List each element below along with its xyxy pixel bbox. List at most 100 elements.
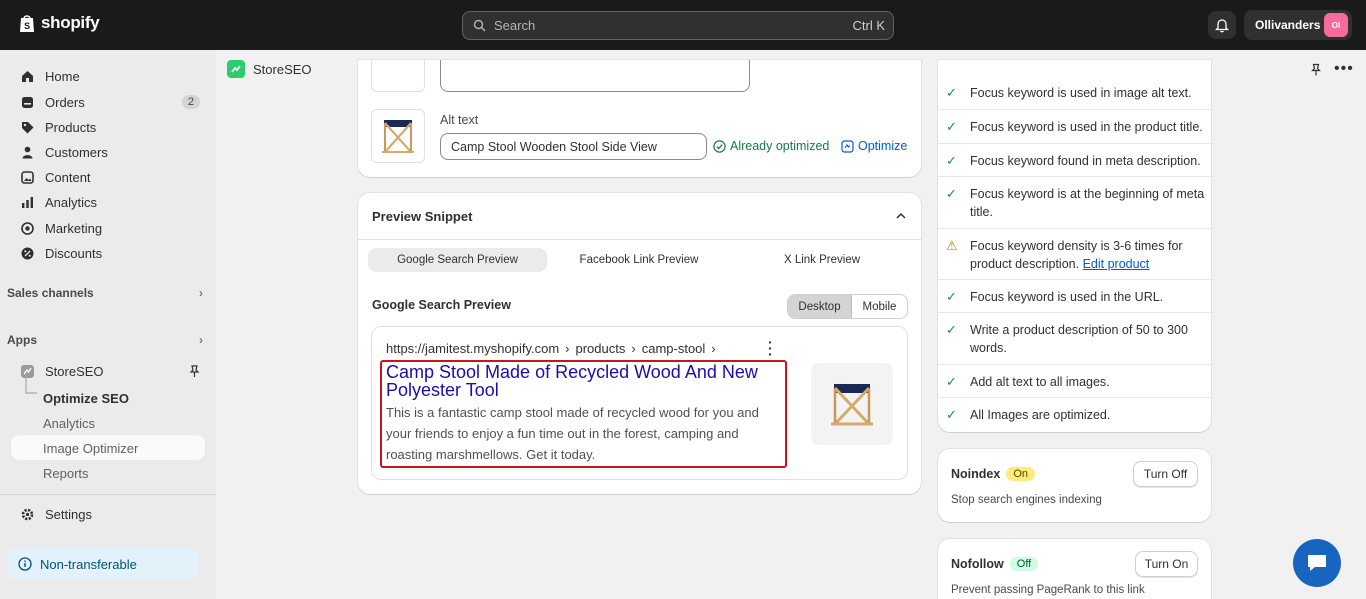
breadcrumb-separator-icon: › <box>631 341 636 356</box>
alt-text-input[interactable]: Camp Stool Wooden Stool Side View <box>440 133 707 160</box>
url-domain: https://jamitest.myshopify.com <box>386 341 560 356</box>
sidebar-subitem-analytics[interactable]: Analytics <box>43 416 95 431</box>
notifications-button[interactable] <box>1208 11 1236 39</box>
chevron-up-icon[interactable] <box>895 210 907 222</box>
sales-channels-section[interactable]: Sales channels › <box>7 286 203 300</box>
device-desktop-button[interactable]: Desktop <box>788 295 852 318</box>
alt-text-label: Alt text <box>440 113 479 127</box>
previous-input-field[interactable] <box>440 60 750 92</box>
tree-connector-icon <box>25 373 37 394</box>
optimized-status-label: Already optimized <box>730 139 830 153</box>
checklist-item-text: Write a product description of 50 to 300… <box>970 323 1188 355</box>
sidebar-item-analytics[interactable]: Analytics <box>12 190 204 214</box>
checklist-item-text: Focus keyword is used in image alt text. <box>970 86 1192 100</box>
search-shortcut: Ctrl K <box>852 18 886 33</box>
result-product-image <box>811 363 893 445</box>
bell-icon <box>1215 18 1229 32</box>
checklist-item: ✓ All Images are optimized. <box>938 397 1211 431</box>
sidebar-divider <box>0 494 216 495</box>
optimize-label: Optimize <box>858 139 908 153</box>
pin-icon[interactable] <box>187 364 202 379</box>
shopify-logo[interactable]: S shopify <box>18 13 100 33</box>
turn-off-button[interactable]: Turn Off <box>1133 461 1198 487</box>
preview-snippet-title: Preview Snippet <box>372 208 473 224</box>
nofollow-title: Nofollow <box>951 557 1004 571</box>
sidebar-item-orders[interactable]: Orders 2 <box>12 90 204 114</box>
checklist-item-text: Focus keyword found in meta description. <box>970 154 1201 168</box>
result-description: This is a fantastic camp stool made of r… <box>386 405 759 462</box>
sidebar-item-home[interactable]: Home <box>12 64 204 88</box>
tag-icon <box>22 121 34 133</box>
check-icon: ✓ <box>946 374 957 389</box>
pin-icon[interactable] <box>1309 63 1323 77</box>
breadcrumb-separator-icon: › <box>711 341 716 356</box>
orders-count-badge: 2 <box>181 95 200 109</box>
result-title-link[interactable]: Camp Stool Made of Recycled Wood And New… <box>386 363 782 399</box>
more-actions-button[interactable]: ••• <box>1334 60 1354 78</box>
device-mobile-button[interactable]: Mobile <box>852 295 907 318</box>
sidebar-item-label: Marketing <box>45 220 103 236</box>
non-transferable-label: Non-transferable <box>40 556 137 572</box>
noindex-card: Noindex On Turn Off Stop search engines … <box>938 449 1211 522</box>
sidebar-item-label: Settings <box>45 506 92 522</box>
nofollow-heading: Nofollow Off <box>951 557 1039 571</box>
status-badge: Off <box>1009 557 1039 571</box>
sidebar-item-settings[interactable]: Settings <box>12 502 204 526</box>
sidebar-item-label: Products <box>45 119 97 135</box>
sidebar-item-content[interactable]: Content <box>12 165 204 189</box>
sidebar-item-storeseo[interactable]: StoreSEO <box>12 359 204 383</box>
check-icon: ✓ <box>946 119 957 134</box>
apps-label: Apps <box>7 333 37 347</box>
person-icon <box>22 146 33 158</box>
checklist-item-text: Focus keyword is used in the URL. <box>970 290 1164 304</box>
store-menu-button[interactable]: Ollivanders OI <box>1244 10 1352 40</box>
checklist-item: ✓ Focus keyword is used in image alt text… <box>938 76 1211 110</box>
chat-support-button[interactable] <box>1293 539 1341 587</box>
sidebar-item-label: Home <box>45 68 80 84</box>
sidebar-item-marketing[interactable]: Marketing <box>12 216 204 240</box>
sidebar-subitem-optimize-seo[interactable]: Optimize SEO <box>43 391 129 406</box>
sidebar-subitem-reports[interactable]: Reports <box>43 466 89 481</box>
checklist-item-text: Focus keyword is at the beginning of met… <box>970 187 1205 219</box>
check-icon: ✓ <box>946 85 957 100</box>
chevron-right-icon: › <box>199 333 203 347</box>
sidebar-item-discounts[interactable]: Discounts <box>12 241 204 265</box>
app-header: StoreSEO <box>227 60 312 78</box>
optimize-button[interactable]: Optimize <box>841 139 907 153</box>
nofollow-card: Nofollow Off Turn On Prevent passing Pag… <box>938 539 1211 599</box>
tab-facebook-link-preview[interactable]: Facebook Link Preview <box>548 248 730 272</box>
non-transferable-banner[interactable]: Non-transferable <box>8 548 198 580</box>
checklist-item: ✓ Add alt text to all images. <box>938 364 1211 398</box>
turn-on-button[interactable]: Turn On <box>1135 551 1198 577</box>
kebab-menu-icon[interactable]: · · · <box>768 335 773 361</box>
checklist-item: ✓ Focus keyword found in meta description… <box>938 143 1211 177</box>
checklist-item-text: Focus keyword density is 3-6 times for p… <box>970 239 1183 271</box>
target-icon <box>21 221 34 235</box>
app-title: StoreSEO <box>253 61 312 77</box>
noindex-description: Stop search engines indexing <box>951 494 1102 506</box>
shopify-bag-icon: S <box>20 15 34 32</box>
sidebar-subitem-image-optimizer[interactable]: Image Optimizer <box>43 441 138 456</box>
brand-name: shopify <box>41 13 100 32</box>
svg-text:S: S <box>24 21 30 31</box>
preview-snippet-header[interactable]: Preview Snippet <box>358 193 921 240</box>
sidebar-item-label: Orders <box>45 94 85 110</box>
optimize-icon <box>841 139 854 153</box>
search-placeholder: Search <box>494 18 536 33</box>
warning-icon: ⚠ <box>946 238 958 253</box>
top-bar: S shopify Search Ctrl K Ollivanders OI <box>0 0 1366 50</box>
sidebar-item-products[interactable]: Products <box>12 115 204 139</box>
tab-google-search-preview[interactable]: Google Search Preview <box>368 248 547 272</box>
previous-image-thumbnail <box>371 60 425 92</box>
store-name: Ollivanders <box>1255 18 1321 32</box>
apps-section[interactable]: Apps › <box>7 333 203 347</box>
sidebar-item-customers[interactable]: Customers <box>12 140 204 164</box>
search-input[interactable]: Search Ctrl K <box>462 11 894 40</box>
home-icon <box>22 70 33 82</box>
info-icon <box>18 557 32 571</box>
edit-product-link[interactable]: Edit product <box>1083 257 1150 271</box>
tab-x-link-preview[interactable]: X Link Preview <box>731 248 913 272</box>
checklist-item-text: Add alt text to all images. <box>970 375 1110 389</box>
check-icon: ✓ <box>946 186 957 201</box>
optimized-status: Already optimized <box>713 139 829 153</box>
